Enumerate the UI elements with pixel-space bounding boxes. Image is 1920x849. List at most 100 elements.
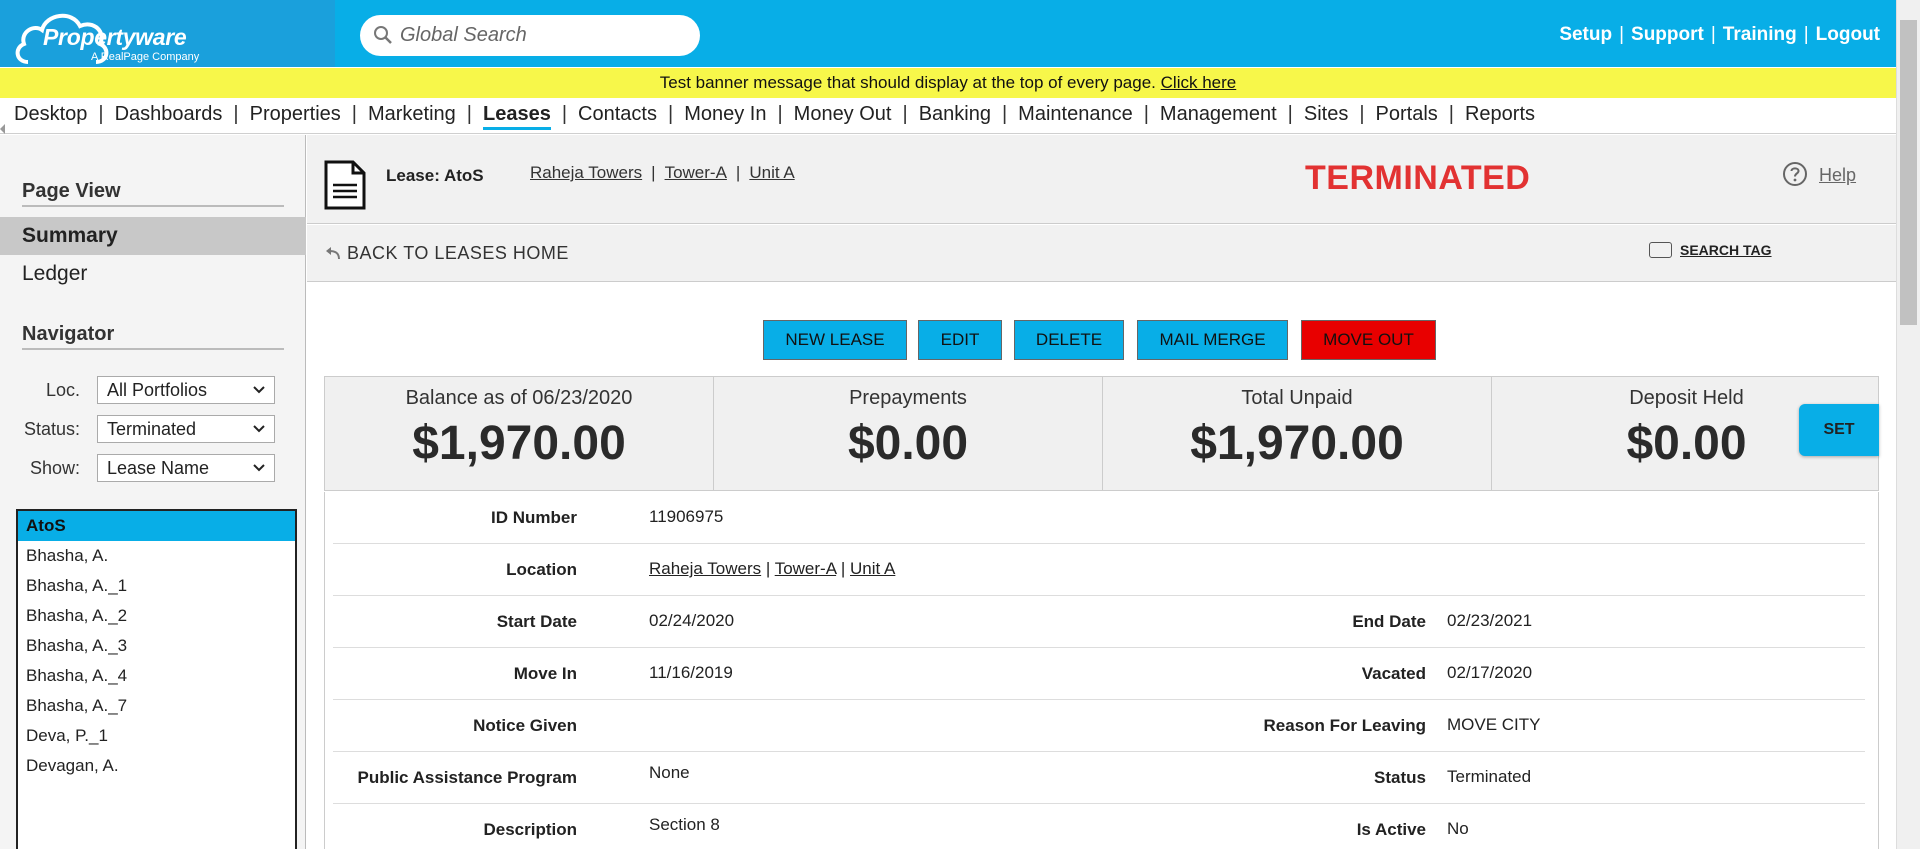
main-nav: Desktop | Dashboards | Properties | Marketing |… <box>0 98 1896 134</box>
nav-banking[interactable]: Banking <box>919 103 991 125</box>
search-input[interactable] <box>400 21 690 50</box>
nav-contacts[interactable]: Contacts <box>578 103 657 125</box>
test-banner: Test banner message that should display … <box>0 68 1896 98</box>
nav-marketing[interactable]: Marketing <box>368 103 456 125</box>
nav-leases[interactable]: Leases <box>483 103 551 130</box>
document-icon <box>324 160 366 210</box>
search-icon <box>374 26 392 44</box>
main-content: Lease: AtoS Raheja Towers | Tower-A | Unit A… <box>307 135 1896 849</box>
end-date-label: End Date <box>1352 612 1426 631</box>
is-active-label: Is Active <box>1356 820 1426 839</box>
logout-link[interactable]: Logout <box>1816 24 1880 45</box>
delete-button[interactable]: DELETE <box>1014 320 1124 360</box>
breadcrumb: Raheja Towers | Tower-A | Unit A <box>530 163 795 182</box>
logo-area: Propertyware A RealPage Company <box>0 0 335 67</box>
show-select-value: Lease Name <box>107 458 210 478</box>
nav-sites[interactable]: Sites <box>1304 103 1348 125</box>
back-bar: BACK TO LEASES HOME SEARCH TAG <box>307 225 1896 282</box>
list-item[interactable]: Bhasha, A._2 <box>18 601 295 631</box>
nav-money-in[interactable]: Money In <box>684 103 766 125</box>
property-link[interactable]: Raheja Towers <box>530 163 642 182</box>
loc-select-value: All Portfolios <box>107 380 208 400</box>
vacated-value: 02/17/2020 <box>1447 663 1533 682</box>
move-in-label: Move In <box>513 664 577 683</box>
top-header: Propertyware A RealPage Company Setup|Su… <box>0 0 1920 67</box>
chevron-down-icon <box>253 425 265 433</box>
list-item[interactable]: Bhasha, A. <box>18 541 295 571</box>
start-date-label: Start Date <box>496 612 577 631</box>
description-label: Description <box>483 820 577 839</box>
building-link[interactable]: Tower-A <box>665 163 727 182</box>
nav-reports[interactable]: Reports <box>1465 103 1535 125</box>
list-item[interactable]: Devagan, A. <box>18 751 295 781</box>
move-out-button[interactable]: MOVE OUT <box>1301 320 1436 360</box>
collapse-arrow-icon[interactable] <box>0 124 5 134</box>
notice-given-label: Notice Given <box>473 716 577 735</box>
reason-label: Reason For Leaving <box>1263 716 1426 735</box>
loc-label: Loc. <box>45 380 80 400</box>
global-search[interactable] <box>360 15 700 56</box>
list-item[interactable]: Deva, P._1 <box>18 721 295 751</box>
list-item[interactable]: Bhasha, A._1 <box>18 571 295 601</box>
nav-desktop[interactable]: Desktop <box>14 103 87 125</box>
sidebar-item-summary[interactable]: Summary <box>0 217 306 255</box>
prepayments-label: Prepayments <box>849 387 967 409</box>
nav-management[interactable]: Management <box>1160 103 1277 125</box>
total-unpaid-label: Total Unpaid <box>1241 387 1353 409</box>
total-unpaid-value: $1,970.00 <box>1190 417 1404 470</box>
nav-portals[interactable]: Portals <box>1376 103 1438 125</box>
list-item[interactable]: Bhasha, A._7 <box>18 691 295 721</box>
show-select[interactable]: Lease Name <box>97 454 275 482</box>
status-select[interactable]: Terminated <box>97 415 275 443</box>
help-label: Help <box>1819 165 1857 185</box>
nav-maintenance[interactable]: Maintenance <box>1018 103 1133 125</box>
loc-select[interactable]: All Portfolios <box>97 376 275 404</box>
id-number-label: ID Number <box>491 508 577 527</box>
nav-dashboards[interactable]: Dashboards <box>115 103 223 125</box>
lease-header: Lease: AtoS Raheja Towers | Tower-A | Unit A… <box>307 135 1896 224</box>
prepayments-cell: Prepayments $0.00 <box>714 377 1103 490</box>
reason-value: MOVE CITY <box>1447 715 1541 734</box>
location-property-link[interactable]: Raheja Towers <box>649 559 761 578</box>
lease-details: ID Number 11906975 Location Raheja Tower… <box>324 492 1879 849</box>
status-detail-label: Status <box>1374 768 1426 787</box>
list-item[interactable]: Bhasha, A._3 <box>18 631 295 661</box>
banner-link[interactable]: Click here <box>1161 73 1237 92</box>
description-value: Section 8 <box>649 815 720 834</box>
location-building-link[interactable]: Tower-A <box>775 559 836 578</box>
setup-link[interactable]: Setup <box>1559 24 1612 45</box>
unit-link[interactable]: Unit A <box>749 163 794 182</box>
status-select-value: Terminated <box>107 419 197 439</box>
edit-button[interactable]: EDIT <box>918 320 1002 360</box>
nav-money-out[interactable]: Money Out <box>794 103 892 125</box>
page-scrollbar[interactable] <box>1896 0 1920 849</box>
public-assistance-label: Public Assistance Program <box>357 768 577 787</box>
tag-icon <box>1649 242 1672 258</box>
new-lease-button[interactable]: NEW LEASE <box>763 320 907 360</box>
propertyware-logo[interactable]: Propertyware A RealPage Company <box>14 4 244 64</box>
status-label: Status: <box>23 419 80 439</box>
chevron-down-icon <box>253 464 265 472</box>
back-to-leases-link[interactable]: BACK TO LEASES HOME <box>325 243 569 264</box>
help-link[interactable]: Help <box>1782 161 1856 192</box>
detail-row-movein: Move In 11/16/2019 Vacated 02/17/2020 <box>333 648 1865 700</box>
scrollbar-thumb[interactable] <box>1900 20 1917 325</box>
navigator-heading: Navigator <box>22 323 284 350</box>
balance-label: Balance as of 06/23/2020 <box>405 387 633 409</box>
nav-properties[interactable]: Properties <box>250 103 341 125</box>
support-link[interactable]: Support <box>1631 24 1704 45</box>
mail-merge-button[interactable]: MAIL MERGE <box>1137 320 1288 360</box>
balance-summary: Balance as of 06/23/2020 $1,970.00 Prepa… <box>324 376 1879 491</box>
list-item[interactable]: Bhasha, A._4 <box>18 661 295 691</box>
sidebar-item-ledger[interactable]: Ledger <box>0 255 306 293</box>
list-item[interactable]: AtoS <box>18 511 295 541</box>
set-button[interactable]: SET <box>1799 404 1879 456</box>
vacated-label: Vacated <box>1361 664 1426 683</box>
lease-list[interactable]: AtoS Bhasha, A. Bhasha, A._1 Bhasha, A._… <box>16 509 297 849</box>
training-link[interactable]: Training <box>1723 24 1797 45</box>
detail-row-notice: Notice Given Reason For Leaving MOVE CIT… <box>333 700 1865 752</box>
id-number-value: 11906975 <box>649 507 724 526</box>
location-unit-link[interactable]: Unit A <box>850 559 895 578</box>
search-tag-link[interactable]: SEARCH TAG <box>1649 242 1772 258</box>
lease-status-badge: TERMINATED <box>1305 159 1531 197</box>
